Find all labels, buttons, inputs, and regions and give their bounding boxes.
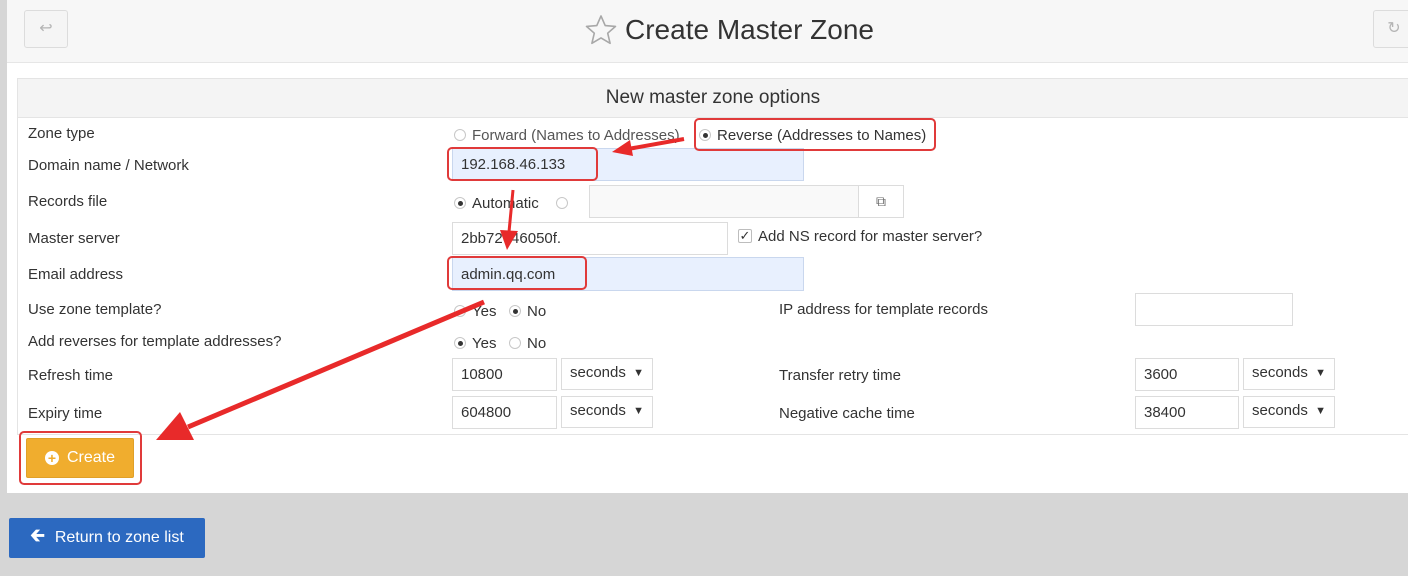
refresh-time-label: Refresh time	[28, 367, 114, 384]
chevron-down-icon: ▼	[1315, 405, 1326, 417]
file-chooser-button[interactable]: ⧉	[858, 185, 904, 218]
annotation-box-domain	[447, 147, 598, 181]
use-template-no-radio[interactable]	[509, 305, 521, 317]
zone-type-label: Zone type	[28, 125, 95, 142]
return-arrow-icon: ↩	[39, 20, 53, 37]
header-bar: ↩ Create Master Zone ↻	[7, 0, 1408, 63]
refresh-icon: ↻	[1387, 20, 1401, 37]
zone-type-forward-label[interactable]: Forward (Names to Addresses)	[472, 127, 680, 144]
title-area: Create Master Zone	[585, 10, 874, 50]
expiry-unit-value: seconds	[570, 402, 626, 419]
transfer-retry-label: Transfer retry time	[779, 367, 901, 384]
negative-cache-label: Negative cache time	[779, 405, 915, 422]
annotation-box-email	[447, 256, 587, 290]
records-file-automatic-label[interactable]: Automatic	[472, 195, 539, 212]
add-reverses-yes-label[interactable]: Yes	[472, 335, 496, 352]
records-file-input[interactable]	[589, 185, 859, 218]
zone-type-forward-radio[interactable]	[454, 129, 466, 141]
annotation-box-create	[19, 431, 142, 485]
template-ip-label: IP address for template records	[779, 301, 988, 318]
expiry-time-unit-select[interactable]: seconds ▼	[561, 396, 653, 428]
template-ip-input[interactable]	[1135, 293, 1293, 326]
add-reverses-no-radio[interactable]	[509, 337, 521, 349]
transfer-retry-input[interactable]	[1135, 358, 1239, 391]
return-to-zone-list-button[interactable]: 🡰 Return to zone list	[9, 518, 205, 558]
negative-cache-input[interactable]	[1135, 396, 1239, 429]
refresh-time-input[interactable]	[452, 358, 557, 391]
use-template-yes-label[interactable]: Yes	[472, 303, 496, 320]
records-file-automatic-radio[interactable]	[454, 197, 466, 209]
domain-name-label: Domain name / Network	[28, 157, 189, 174]
add-ns-record-checkbox[interactable]: ✓	[738, 229, 752, 243]
records-file-label: Records file	[28, 193, 108, 210]
master-server-label: Master server	[28, 230, 120, 247]
use-template-no-label[interactable]: No	[527, 303, 546, 320]
use-template-yes-radio[interactable]	[454, 305, 466, 317]
chevron-down-icon: ▼	[633, 405, 644, 417]
refresh-button[interactable]: ↻	[1373, 10, 1408, 48]
records-file-custom-radio[interactable]	[556, 197, 568, 209]
add-reverses-yes-radio[interactable]	[454, 337, 466, 349]
transfer-retry-unit-value: seconds	[1252, 364, 1308, 381]
master-server-input[interactable]	[452, 222, 728, 255]
refresh-unit-value: seconds	[570, 364, 626, 381]
expiry-time-label: Expiry time	[28, 405, 103, 422]
refresh-time-unit-select[interactable]: seconds ▼	[561, 358, 653, 390]
transfer-retry-unit-select[interactable]: seconds ▼	[1243, 358, 1335, 390]
chevron-down-icon: ▼	[633, 367, 644, 379]
expiry-time-input[interactable]	[452, 396, 557, 429]
back-button[interactable]: ↩	[24, 10, 68, 48]
star-icon[interactable]	[585, 14, 617, 46]
file-chooser-icon: ⧉	[876, 193, 886, 209]
return-button-label: Return to zone list	[54, 529, 184, 546]
page-title: Create Master Zone	[625, 14, 874, 45]
email-address-label: Email address	[28, 266, 124, 283]
add-reverses-no-label[interactable]: No	[527, 335, 546, 352]
add-reverses-label: Add reverses for template addresses?	[28, 333, 282, 350]
annotation-box-reverse	[694, 118, 936, 151]
section-title: New master zone options	[18, 79, 1408, 118]
use-zone-template-label: Use zone template?	[28, 301, 162, 318]
arrow-left-icon: 🡰	[30, 525, 45, 545]
chevron-down-icon: ▼	[1315, 367, 1326, 379]
negative-cache-unit-select[interactable]: seconds ▼	[1243, 396, 1335, 428]
negative-cache-unit-value: seconds	[1252, 402, 1308, 419]
add-ns-record-label[interactable]: Add NS record for master server?	[758, 228, 982, 245]
